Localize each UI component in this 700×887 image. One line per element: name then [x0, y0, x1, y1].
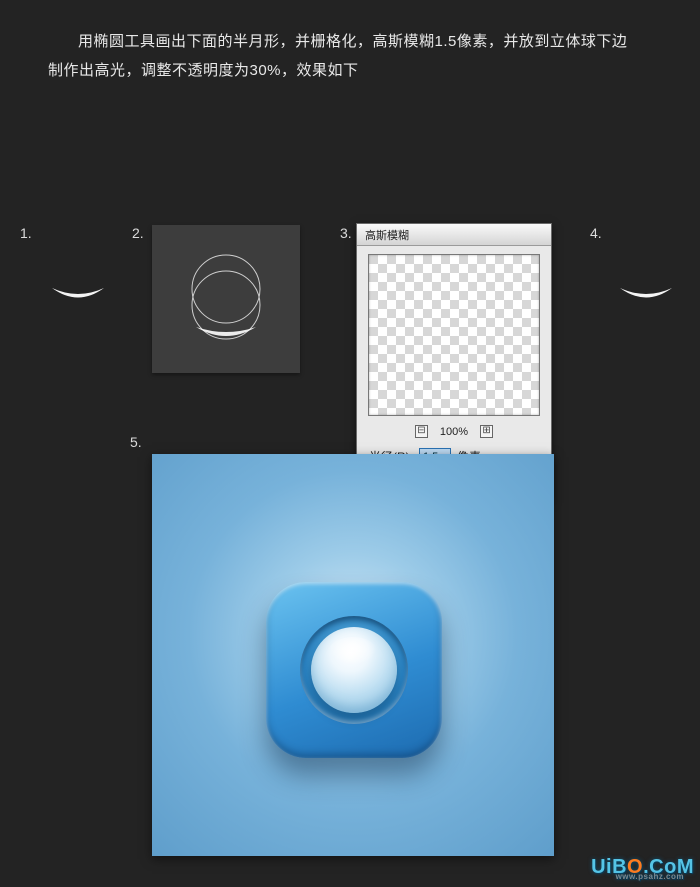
instruction-text: 用椭圆工具画出下面的半月形，并栅格化，高斯模糊1.5像素，并放到立体球下边 制作…: [0, 0, 700, 85]
blue-app-icon: [266, 582, 442, 758]
ball-highlight: [329, 637, 377, 665]
ball-inner-sphere: [311, 627, 397, 713]
instruction-line1: 用椭圆工具画出下面的半月形，并栅格化，高斯模糊1.5像素，并放到立体球下边: [48, 28, 652, 57]
dialog-title: 高斯模糊: [357, 224, 551, 246]
steps-row: 1. 2. 3. 4. 高斯模糊 ⊟ 100% ⊞ 半径(R):: [0, 105, 700, 405]
step1-crescent: [50, 283, 106, 303]
preview-area: [368, 254, 540, 416]
zoom-value: 100%: [440, 426, 468, 438]
step4-crescent: [618, 283, 674, 303]
step-number-4: 4.: [590, 225, 602, 241]
ball-outer-ring: [300, 616, 408, 724]
step5-result: [152, 454, 554, 856]
zoom-controls: ⊟ 100% ⊞: [367, 422, 541, 446]
step-number-3: 3.: [340, 225, 352, 241]
watermark-sub: www.psahz.com: [616, 872, 684, 881]
step-number-5: 5.: [130, 434, 142, 450]
step-number-1: 1.: [20, 225, 32, 241]
overlapping-circles-icon: [176, 249, 276, 349]
step2-box: [152, 225, 300, 373]
instruction-line2: 制作出高光，调整不透明度为30%，效果如下: [48, 57, 652, 86]
watermark: UiBO.CoM www.psahz.com: [591, 856, 694, 879]
zoom-in-button[interactable]: ⊞: [480, 425, 493, 438]
crescent-icon: [618, 283, 674, 303]
zoom-out-button[interactable]: ⊟: [415, 425, 428, 438]
step-number-2: 2.: [132, 225, 144, 241]
crescent-icon: [50, 283, 106, 303]
